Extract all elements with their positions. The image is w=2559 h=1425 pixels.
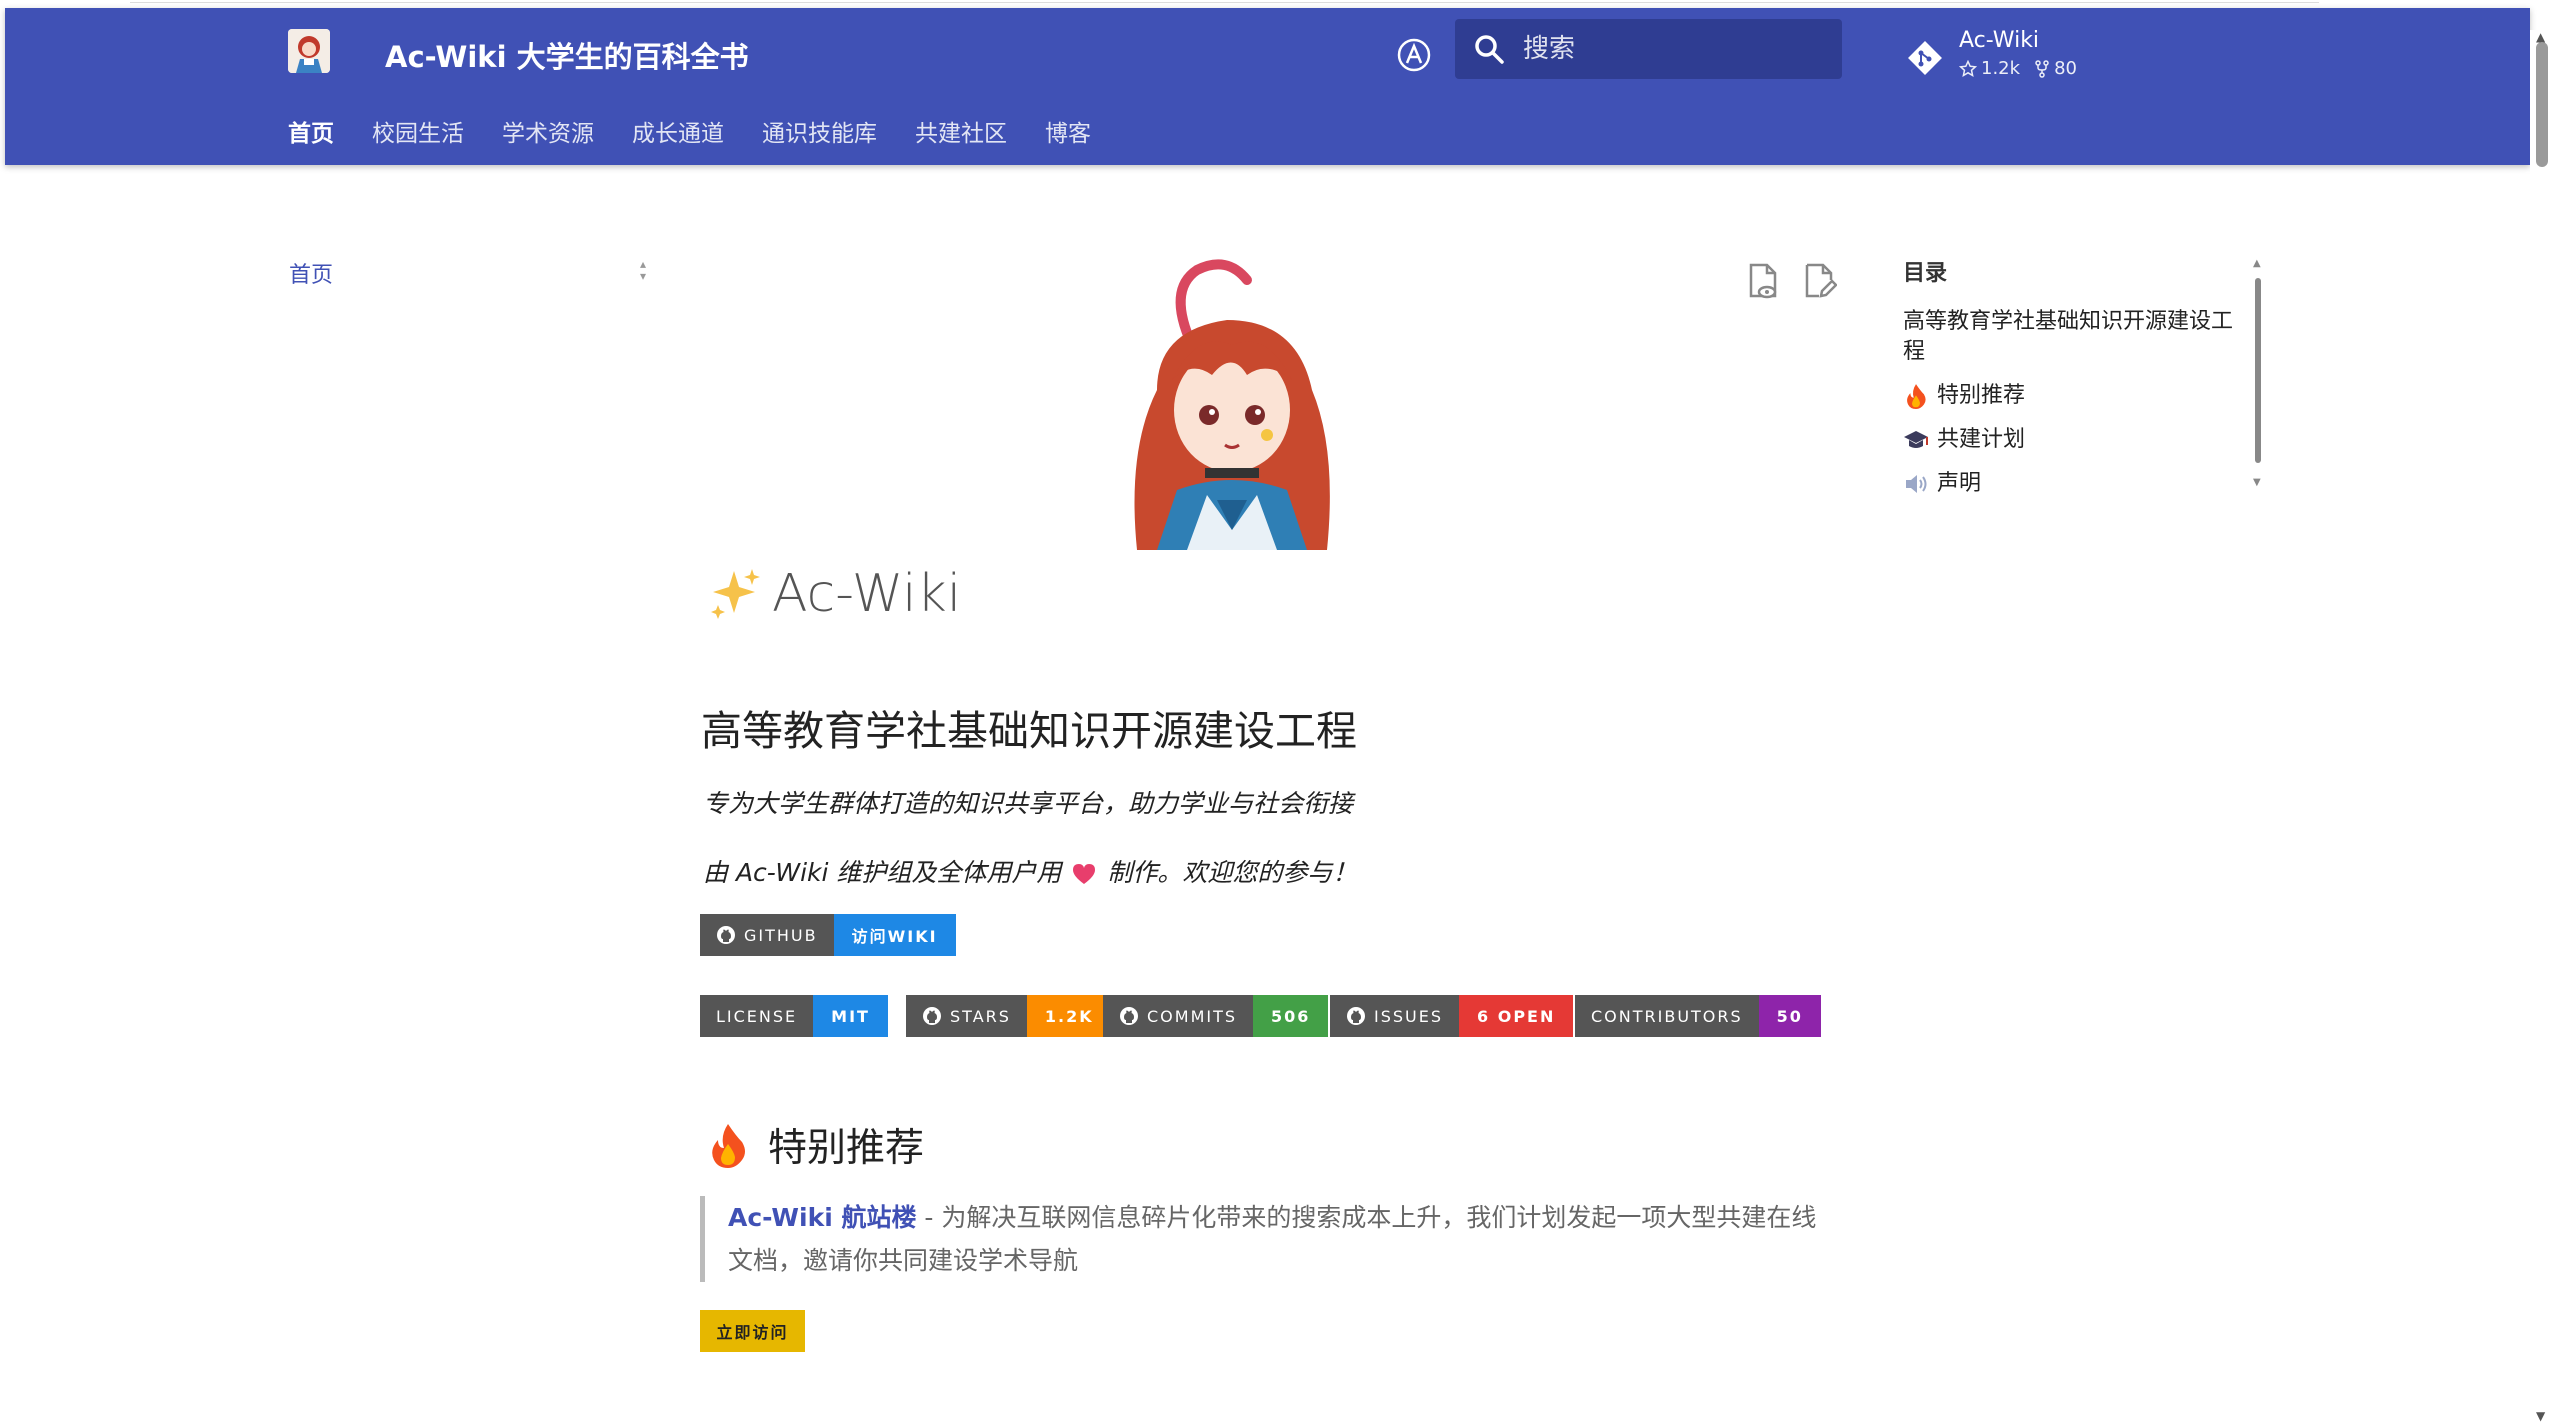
fire-icon: [712, 1124, 745, 1168]
repo-forks: 80: [2054, 58, 2077, 79]
commits-badge[interactable]: COMMITS 506: [1103, 995, 1329, 1037]
search-box[interactable]: [1455, 19, 1842, 79]
sidebar-scroll-icon[interactable]: ▴ ▾: [640, 258, 646, 282]
heart-icon: [1073, 864, 1096, 884]
sidebar-item-home[interactable]: 首页: [289, 257, 333, 289]
star-icon: [1959, 59, 1977, 77]
view-source-icon[interactable]: [1745, 262, 1781, 302]
featured-link[interactable]: Ac-Wiki 航站楼: [728, 1203, 916, 1232]
tab-blog[interactable]: 博客: [1045, 114, 1091, 148]
repo-name: Ac-Wiki: [1959, 28, 2040, 53]
issues-badge[interactable]: ISSUES 6 OPEN: [1330, 995, 1574, 1037]
language-toggle-icon[interactable]: [1396, 37, 1432, 73]
visit-now-button[interactable]: 立即访问: [700, 1310, 805, 1352]
search-icon: [1475, 35, 1504, 64]
git-icon: [1908, 41, 1942, 75]
credit-before: 由 Ac-Wiki 维护组及全体用户用: [703, 858, 1062, 887]
toc-scrollbar[interactable]: ▲ ▼: [2253, 258, 2263, 488]
toc-item-plan[interactable]: 共建计划: [1903, 425, 2243, 455]
toc-scroll-down-icon[interactable]: ▼: [2253, 477, 2261, 488]
toc-scrollbar-thumb[interactable]: [2255, 278, 2261, 463]
project-heading: 高等教育学社基础知识开源建设工程: [701, 707, 1357, 755]
site-logo[interactable]: [288, 29, 330, 73]
github-wiki-badge[interactable]: GITHUB 访问WIKI: [700, 914, 956, 956]
credit-after: 制作。欢迎您的参与！: [1107, 858, 1358, 887]
section-heading-featured: 特别推荐: [708, 1117, 924, 1173]
contributors-badge[interactable]: CONTRIBUTORS 50: [1575, 995, 1821, 1037]
edit-page-icon[interactable]: [1801, 262, 1837, 302]
toc-title: 目录: [1903, 261, 1948, 286]
tab-academic-resources[interactable]: 学术资源: [502, 114, 594, 148]
tab-campus-life[interactable]: 校园生活: [372, 114, 464, 148]
tab-home[interactable]: 首页: [288, 114, 334, 148]
tab-growth[interactable]: 成长通道: [632, 114, 724, 148]
toc-item-featured[interactable]: 特别推荐: [1903, 381, 2243, 411]
scroll-down-icon[interactable]: ▼: [2536, 1409, 2545, 1423]
fork-icon: [2035, 59, 2049, 78]
page-title: Ac-Wiki: [706, 564, 961, 624]
stars-badge[interactable]: STARS 1.2K: [906, 995, 1112, 1037]
github-badge-left: GITHUB: [700, 914, 834, 956]
repo-facts: 1.2k 80: [1959, 58, 2077, 79]
visit-wiki-label: 访问WIKI: [833, 914, 956, 956]
repo-link[interactable]: Ac-Wiki 1.2k 80: [1905, 22, 2105, 82]
license-badge[interactable]: LICENSE MIT: [700, 995, 888, 1037]
tagline: 专为大学生群体打造的知识共享平台，助力学业与社会衔接: [703, 789, 1354, 818]
github-icon: [717, 926, 735, 944]
toc-scroll-up-icon[interactable]: ▲: [2253, 258, 2261, 269]
github-icon: [923, 1007, 941, 1025]
tab-general-skills[interactable]: 通识技能库: [762, 114, 877, 148]
credit-line: 由 Ac-Wiki 维护组及全体用户用 制作。欢迎您的参与！: [703, 853, 1357, 889]
site-header: Ac-Wiki 大学生的百科全书 Ac-Wiki 1.2k: [5, 8, 2530, 165]
page-scrollbar[interactable]: ▲ ▼: [2530, 30, 2559, 1425]
toc-item-project[interactable]: 高等教育学社基础知识开源建设工程: [1903, 307, 2243, 367]
featured-quote: Ac-Wiki 航站楼 - 为解决互联网信息碎片化带来的搜索成本上升，我们计划发…: [700, 1196, 1840, 1282]
tab-community[interactable]: 共建社区: [915, 114, 1007, 148]
page-actions: [1745, 262, 1837, 302]
toc-item-statement[interactable]: 声明: [1903, 469, 2243, 499]
search-input[interactable]: [1523, 29, 1823, 69]
repo-stars: 1.2k: [1981, 58, 2021, 79]
table-of-contents: 目录 高等教育学社基础知识开源建设工程 特别推荐 共建计划 声明: [1903, 255, 2243, 513]
graduation-cap-icon: [1904, 431, 1928, 448]
scrollbar-thumb[interactable]: [2536, 42, 2548, 167]
fire-icon: [1907, 384, 1926, 409]
page-title-text: Ac-Wiki: [772, 564, 962, 624]
speaker-icon: [1906, 475, 1927, 493]
github-icon: [1120, 1007, 1138, 1025]
sparkles-icon: [711, 569, 760, 619]
site-title[interactable]: Ac-Wiki 大学生的百科全书: [385, 34, 749, 76]
browser-frame-top: [0, 0, 2559, 8]
mascot-image: [1097, 250, 1365, 550]
github-icon: [1347, 1007, 1365, 1025]
main-tabs: 首页 校园生活 学术资源 成长通道 通识技能库 共建社区 博客: [288, 114, 1091, 148]
